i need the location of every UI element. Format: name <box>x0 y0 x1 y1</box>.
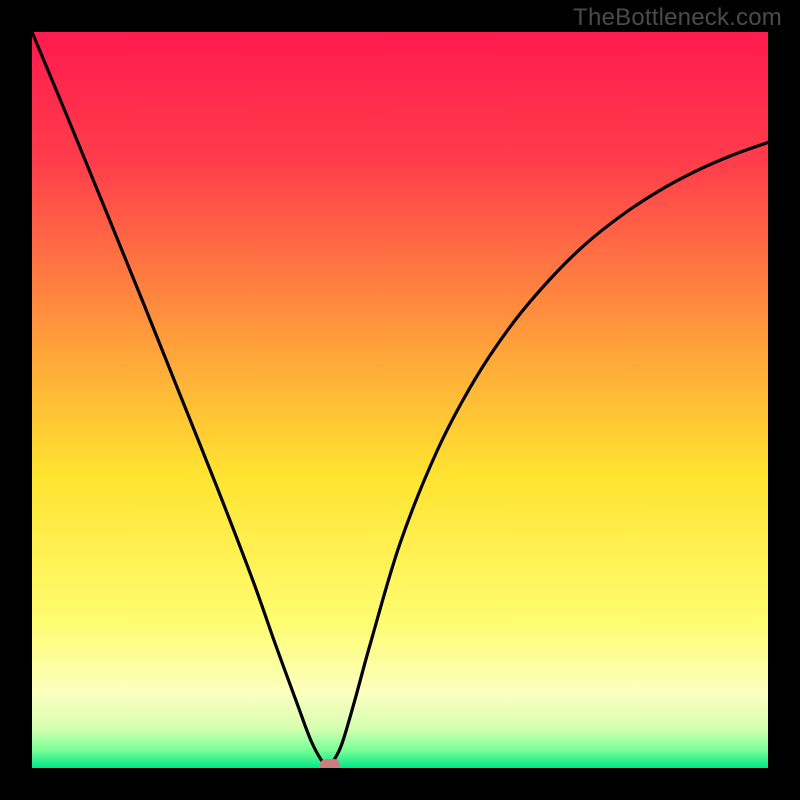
watermark-text: TheBottleneck.com <box>573 4 782 32</box>
plot-area <box>32 32 768 768</box>
chart-frame: TheBottleneck.com <box>0 0 800 800</box>
bottleneck-curve <box>32 32 768 768</box>
optimal-marker <box>320 759 340 768</box>
